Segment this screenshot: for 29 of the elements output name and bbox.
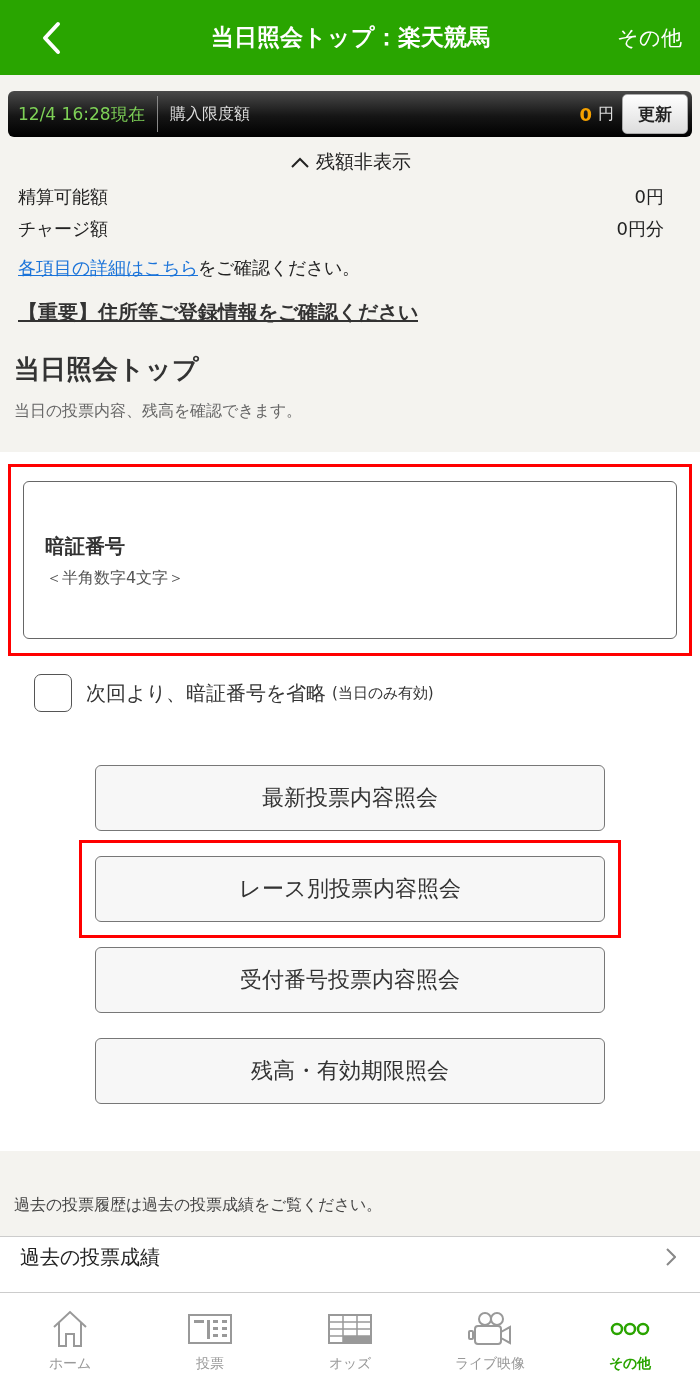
page-title: 当日照会トップ：楽天競馬 [210, 23, 491, 52]
checkbox-label: 次回より、暗証番号を省略 [86, 679, 326, 707]
balance-value: 0円分 [616, 217, 664, 241]
timestamp: 12/4 16:28現在 [18, 96, 158, 132]
chevron-icon [666, 1248, 676, 1266]
checkbox[interactable] [34, 674, 72, 712]
page-heading: 当日照会トップ [14, 353, 200, 386]
history-note: 過去の投票履歴は過去の投票成績をご覧ください。 [14, 1195, 382, 1216]
important-link[interactable]: 【重要】住所等ご登録情報をご確認ください [18, 299, 418, 326]
limit-label: 購入限度額 [168, 103, 251, 125]
limit-amount: 0 [579, 103, 592, 125]
inquiry-button[interactable]: 残高・有効期限照会 [95, 1038, 605, 1104]
balance-label: チャージ額 [18, 217, 108, 241]
balance-value: 0円 [634, 185, 664, 209]
inquiry-button[interactable]: レース別投票内容照会 [95, 856, 605, 922]
inquiry-button[interactable]: 最新投票内容照会 [95, 765, 605, 831]
history-label: 過去の投票成績 [20, 1243, 160, 1271]
checkbox-note: (当日のみ有効) [332, 683, 434, 703]
balance-toggle[interactable]: 残額非表示 [289, 149, 411, 175]
history-row[interactable]: 過去の投票成績 [0, 1237, 700, 1277]
note-text: をご確認ください。 [198, 257, 360, 278]
balance-label: 精算可能額 [18, 185, 108, 209]
currency-unit: 円 [598, 103, 614, 125]
refresh-button[interactable]: 更新 [622, 94, 688, 134]
caret-icon [289, 156, 310, 168]
details-link[interactable]: 各項目の詳細はこちら [18, 257, 198, 278]
field-label: 暗証番号 [45, 533, 125, 560]
page-subtitle: 当日の投票内容、残高を確認できます。 [14, 401, 303, 422]
inquiry-button[interactable]: 受付番号投票内容照会 [95, 947, 605, 1013]
